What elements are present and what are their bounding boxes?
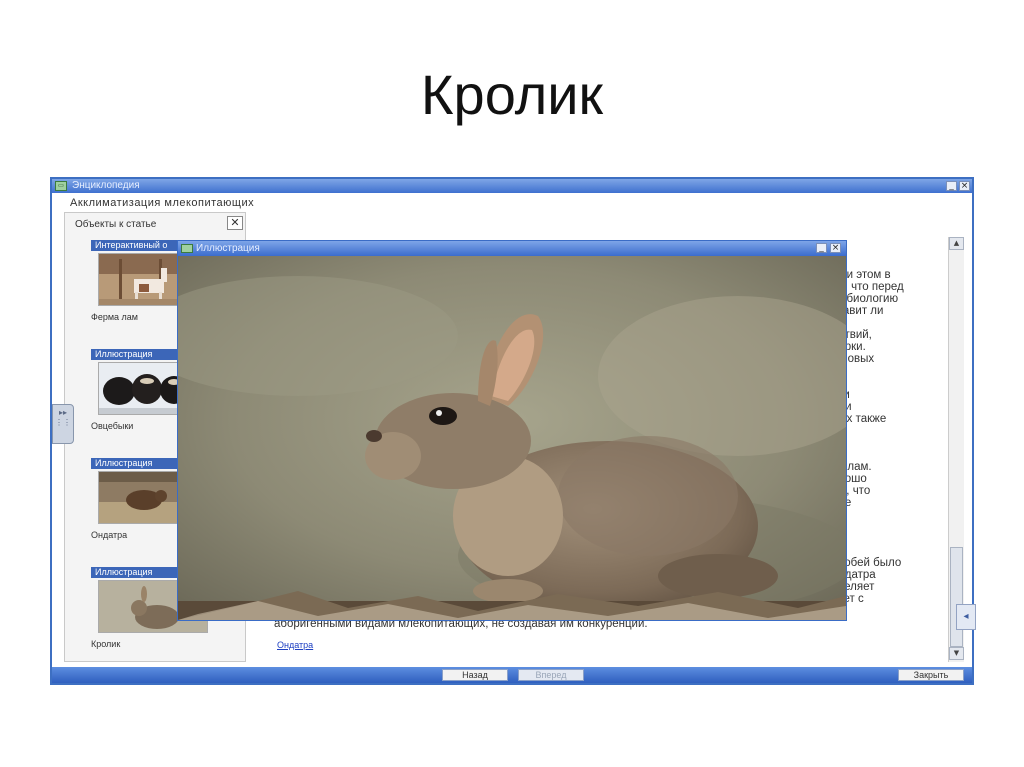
article-heading: Акклиматизация млекопитающих xyxy=(70,197,255,209)
article-line xyxy=(832,437,964,449)
article-line xyxy=(832,545,964,557)
article-line: али xyxy=(832,401,964,413)
article-line: аселяет xyxy=(832,581,875,593)
window-titlebar: ▭ Энциклопедия _ × xyxy=(52,179,972,193)
article-line xyxy=(832,377,964,389)
card-caption: Кролик xyxy=(91,639,121,649)
rabbit-photo xyxy=(178,256,846,620)
card-caption: Овцебыки xyxy=(91,421,134,431)
muskrat-link[interactable]: Ондатра xyxy=(277,640,313,650)
article-text-column: При этом в но, что перед ть биологию ста… xyxy=(832,269,964,605)
article-line: При этом в xyxy=(832,269,891,281)
article-line: ть биологию xyxy=(832,293,899,305)
article-line: ставит ли xyxy=(832,305,884,317)
article-line: но, что перед xyxy=(832,281,904,293)
app-icon xyxy=(181,244,193,253)
close-icon[interactable]: × xyxy=(830,243,841,253)
illustration-title: Иллюстрация xyxy=(196,243,260,254)
window-title: Энциклопедия xyxy=(72,180,140,191)
scroll-thumb[interactable] xyxy=(950,547,963,647)
app-icon: ▭ xyxy=(55,181,67,191)
minimize-icon[interactable]: _ xyxy=(946,181,957,191)
article-line: ире xyxy=(832,497,964,509)
article-line xyxy=(832,533,964,545)
close-button[interactable]: Закрыть xyxy=(898,669,964,681)
illustration-window: Иллюстрация _ × xyxy=(177,240,847,621)
minimize-icon[interactable]: _ xyxy=(816,243,827,253)
expand-right-icon[interactable]: ◂ xyxy=(956,604,976,630)
close-panel-button[interactable]: ✕ xyxy=(227,216,243,230)
article-line: дствий, xyxy=(832,329,872,341)
article-line xyxy=(832,425,964,437)
article-line: норки. xyxy=(832,341,866,353)
forward-button[interactable]: Вперед xyxy=(518,669,584,681)
illustration-titlebar: Иллюстрация _ × xyxy=(178,241,846,256)
article-line: орошо xyxy=(832,473,867,485)
article-line: вует с xyxy=(832,593,864,605)
article-line xyxy=(832,521,964,533)
article-line xyxy=(832,509,964,521)
article-line xyxy=(832,449,964,461)
card-caption: Ферма лам xyxy=(91,312,138,322)
scroll-down-icon[interactable]: ▼ xyxy=(949,647,964,660)
article-line: ем, что xyxy=(832,485,871,497)
article-line xyxy=(832,317,964,329)
article-line: оки xyxy=(832,389,964,401)
scroll-up-icon[interactable]: ▲ xyxy=(949,237,964,250)
article-line: ондатра xyxy=(832,569,876,581)
slide-title: Кролик xyxy=(420,63,604,126)
back-button[interactable]: Назад xyxy=(442,669,508,681)
panel-toggle-handle[interactable]: ▸▸ ⋮⋮ xyxy=(52,404,74,444)
vertical-scrollbar[interactable]: ▲ ▼ xyxy=(948,237,964,662)
objects-panel-header: Объекты к статье xyxy=(75,219,157,230)
close-icon[interactable]: × xyxy=(959,181,970,191)
article-line: особей было xyxy=(832,557,902,569)
article-line xyxy=(832,365,964,377)
article-line: в новых xyxy=(832,353,875,365)
article-line: их лам. xyxy=(832,461,872,473)
article-line: рых также xyxy=(832,413,887,425)
navigation-bar: Назад Вперед Закрыть xyxy=(52,667,972,683)
card-caption: Ондатра xyxy=(91,530,128,540)
